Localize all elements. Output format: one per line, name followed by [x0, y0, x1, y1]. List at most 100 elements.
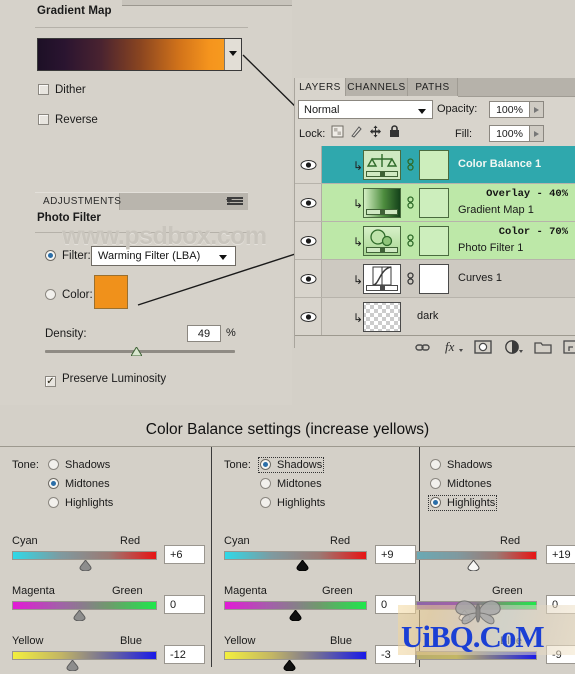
table-row[interactable]: ↳ Curves 1 [295, 260, 575, 298]
tone-option-highlights[interactable]: Highlights [427, 495, 498, 511]
color-radio[interactable] [45, 289, 56, 300]
yellow-blue-value-input[interactable]: -12 [164, 645, 205, 664]
tone-option-highlights[interactable]: Highlights [48, 497, 113, 509]
cyan-red-slider-track[interactable] [224, 551, 367, 560]
tone-option-midtones[interactable]: Midtones [260, 478, 322, 490]
opacity-input[interactable]: 100% [489, 101, 530, 118]
cyan-red-slider-thumb[interactable] [296, 559, 309, 572]
table-row[interactable]: ↳ Color - 70% Photo Filter 1 [295, 222, 575, 260]
cyan-red-slider-track[interactable] [416, 551, 537, 560]
tone-option-highlights[interactable]: Highlights [260, 497, 325, 509]
magenta-green-slider-track[interactable] [224, 601, 367, 610]
mask-link-icon[interactable] [406, 234, 415, 248]
table-row[interactable]: ↳ Overlay - 40% Gradient Map 1 [295, 184, 575, 222]
lock-all-icon[interactable] [388, 125, 401, 138]
tone-option-label: Midtones [65, 478, 110, 490]
panel-menu-icon[interactable] [226, 197, 243, 207]
gradient-swatch-icon[interactable] [38, 39, 224, 70]
fill-spinner[interactable] [530, 125, 544, 142]
layer-mask-thumbnail[interactable] [419, 188, 449, 218]
mask-link-icon[interactable] [406, 158, 415, 172]
new-group-icon[interactable] [533, 338, 553, 356]
yellow-blue-slider-track[interactable] [12, 651, 157, 660]
filter-radio-row[interactable]: Filter: [45, 250, 91, 262]
tab-channels-label: CHANNELS [347, 82, 406, 93]
gradient-map-thumb-icon[interactable] [363, 188, 401, 218]
curves-icon[interactable] [363, 264, 401, 294]
gradient-preset-dropdown-button[interactable] [224, 39, 241, 70]
svg-text:fx: fx [445, 339, 455, 354]
lock-transparent-pixels-icon[interactable] [331, 125, 344, 138]
lock-position-icon[interactable] [369, 125, 382, 138]
new-layer-icon[interactable] [561, 338, 575, 356]
dither-checkbox[interactable] [38, 84, 49, 95]
fill-input[interactable]: 100% [489, 125, 530, 142]
link-layers-icon[interactable] [413, 338, 433, 356]
eye-icon[interactable] [300, 310, 317, 324]
eye-icon[interactable] [300, 158, 317, 172]
new-adjustment-layer-icon[interactable] [503, 338, 523, 356]
shadows-radio[interactable] [48, 459, 59, 470]
mask-link-icon[interactable] [406, 196, 415, 210]
mask-link-icon[interactable] [406, 272, 415, 286]
cyan-red-slider-thumb[interactable] [79, 559, 92, 572]
tone-option-midtones[interactable]: Midtones [430, 478, 492, 490]
highlights-radio[interactable] [260, 497, 271, 508]
eye-icon[interactable] [300, 196, 317, 210]
tone-option-shadows[interactable]: Shadows [257, 457, 325, 473]
blend-mode-select[interactable]: Normal [298, 100, 433, 119]
eye-icon[interactable] [300, 234, 317, 248]
midtones-radio[interactable] [48, 478, 59, 489]
opacity-spinner[interactable] [530, 101, 544, 118]
magenta-green-slider-thumb[interactable] [73, 609, 86, 622]
tab-adjustments[interactable]: ADJUSTMENTS [35, 193, 121, 210]
transparent-checker-thumb[interactable] [363, 302, 401, 332]
tab-paths[interactable]: PATHS [408, 78, 458, 96]
midtones-radio[interactable] [260, 478, 271, 489]
layer-mask-thumbnail[interactable] [419, 264, 449, 294]
photo-filter-color-swatch[interactable] [94, 275, 128, 309]
tab-layers[interactable]: LAYERS [295, 78, 346, 96]
tab-channels[interactable]: CHANNELS [346, 78, 408, 96]
layer-style-fx-icon[interactable]: fx [443, 338, 463, 356]
layer-name: Curves 1 [458, 272, 503, 284]
tone-option-shadows[interactable]: Shadows [430, 459, 492, 471]
eye-icon[interactable] [300, 272, 317, 286]
color-radio-row[interactable]: Color: [45, 289, 93, 301]
highlights-radio[interactable] [430, 497, 441, 508]
yellow-blue-slider-track[interactable] [224, 651, 367, 660]
reverse-checkbox-row[interactable]: Reverse [38, 114, 98, 126]
slider-label-red: Red [500, 535, 521, 547]
magenta-green-slider-track[interactable] [12, 601, 157, 610]
midtones-radio[interactable] [430, 478, 441, 489]
density-slider-thumb[interactable] [131, 347, 142, 356]
table-row[interactable]: ↳ Color Balance 1 [295, 146, 575, 184]
magenta-green-value-input[interactable]: 0 [164, 595, 205, 614]
reverse-checkbox[interactable] [38, 114, 49, 125]
density-input[interactable]: 49 [187, 325, 221, 342]
dither-checkbox-row[interactable]: Dither [38, 84, 86, 96]
shadows-radio[interactable] [430, 459, 441, 470]
gradient-preview[interactable] [37, 38, 242, 71]
highlights-radio[interactable] [48, 497, 59, 508]
cyan-red-value-input[interactable]: +6 [164, 545, 205, 564]
lock-image-pixels-icon[interactable] [350, 125, 363, 138]
cyan-red-value-input[interactable]: +19 [546, 545, 575, 564]
magenta-green-slider-thumb[interactable] [289, 609, 302, 622]
add-layer-mask-icon[interactable] [473, 338, 493, 356]
layer-mask-thumbnail[interactable] [419, 150, 449, 180]
layer-mask-thumbnail[interactable] [419, 226, 449, 256]
filter-radio[interactable] [45, 250, 56, 261]
preserve-luminosity-row[interactable]: Preserve Luminosity [45, 373, 166, 387]
preserve-luminosity-checkbox[interactable] [45, 376, 56, 387]
table-row[interactable]: ↳ dark [295, 298, 575, 336]
tone-option-shadows[interactable]: Shadows [48, 459, 110, 471]
tone-option-midtones[interactable]: Midtones [48, 478, 110, 490]
cyan-red-value-input[interactable]: +9 [375, 545, 416, 564]
tone-option-label: Highlights [65, 497, 114, 509]
photo-filter-circles-icon[interactable] [363, 226, 401, 256]
color-balance-scales-icon[interactable] [363, 150, 401, 180]
cyan-red-slider-thumb[interactable] [467, 559, 480, 572]
cyan-red-slider-track[interactable] [12, 551, 157, 560]
shadows-radio[interactable] [260, 459, 271, 470]
